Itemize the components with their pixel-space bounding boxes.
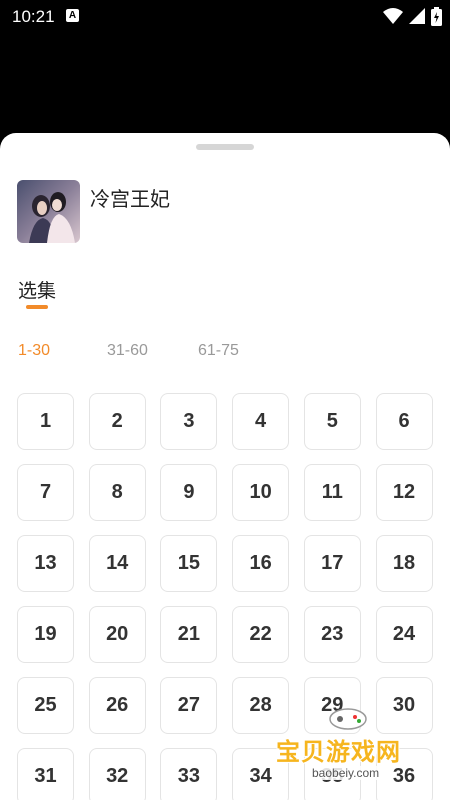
drama-cover-image[interactable]	[17, 180, 80, 243]
episode-button[interactable]: 13	[17, 535, 74, 592]
episode-button[interactable]: 15	[160, 535, 218, 592]
episode-button[interactable]: 14	[88, 535, 146, 592]
episode-button[interactable]: 3	[160, 393, 218, 450]
status-time: 10:21	[12, 7, 55, 26]
episode-button[interactable]: 2	[88, 393, 146, 450]
status-icons	[383, 6, 442, 26]
episodes-section-title: 选集	[18, 281, 57, 302]
episode-button[interactable]: 17	[303, 535, 361, 592]
episode-button[interactable]: 23	[303, 606, 361, 663]
episode-button[interactable]: 8	[88, 464, 146, 521]
episode-button[interactable]: 24	[375, 606, 433, 663]
range-tab-31-60[interactable]: 31-60	[107, 342, 148, 360]
episode-button[interactable]: 20	[88, 606, 146, 663]
episode-button[interactable]: 22	[232, 606, 290, 663]
wifi-icon	[383, 8, 403, 24]
notification-a-icon: A	[66, 9, 79, 22]
episode-button[interactable]: 35	[303, 748, 361, 800]
episode-button[interactable]: 32	[88, 748, 146, 800]
episode-button[interactable]: 28	[232, 677, 290, 734]
episode-button[interactable]: 6	[375, 393, 433, 450]
episode-button[interactable]: 34	[232, 748, 290, 800]
episode-button[interactable]: 9	[160, 464, 218, 521]
range-tab-61-75[interactable]: 61-75	[198, 342, 239, 360]
episode-button[interactable]: 29	[303, 677, 361, 734]
drag-handle[interactable]	[196, 144, 254, 150]
episode-button[interactable]: 25	[17, 677, 74, 734]
episode-button[interactable]: 1	[17, 393, 74, 450]
range-tab-1-30[interactable]: 1-30	[18, 342, 50, 360]
drama-title: 冷宫王妃	[90, 189, 170, 211]
episode-button[interactable]: 30	[375, 677, 433, 734]
episode-button[interactable]: 33	[160, 748, 218, 800]
episode-button[interactable]: 21	[160, 606, 218, 663]
episode-button[interactable]: 12	[375, 464, 433, 521]
episode-selector-sheet: 冷宫王妃 选集 1-30 31-60 61-75 1 2 3 4 5 6 7 8 9 10 11 12…	[0, 133, 450, 800]
episode-button[interactable]: 19	[17, 606, 74, 663]
episode-button[interactable]: 16	[232, 535, 290, 592]
episode-button[interactable]: 36	[375, 748, 433, 800]
episode-button[interactable]: 11	[303, 464, 361, 521]
episode-button[interactable]: 7	[17, 464, 74, 521]
section-title-underline	[26, 305, 48, 309]
battery-icon	[431, 6, 442, 26]
episode-button[interactable]: 18	[375, 535, 433, 592]
episode-button[interactable]: 4	[232, 393, 290, 450]
episode-button[interactable]: 5	[303, 393, 361, 450]
episode-button[interactable]: 10	[232, 464, 290, 521]
episode-button[interactable]: 27	[160, 677, 218, 734]
episode-button[interactable]: 31	[17, 748, 74, 800]
status-bar: 10:21 A	[0, 0, 450, 32]
signal-icon	[409, 8, 425, 24]
episode-button[interactable]: 26	[88, 677, 146, 734]
